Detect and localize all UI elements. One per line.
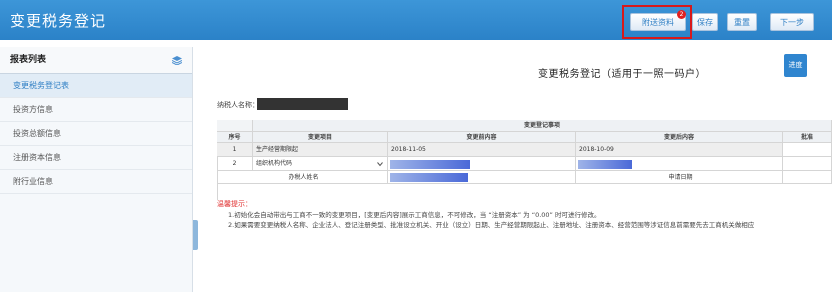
row2-no: 2 xyxy=(217,157,253,171)
row1-before: 2018-11-05 xyxy=(388,143,576,157)
agent-name-label: 办税人姓名 xyxy=(217,171,388,184)
notes-title: 温馨提示： xyxy=(217,200,252,208)
row2-after-redacted xyxy=(578,160,632,169)
reset-button[interactable]: 重置 xyxy=(727,13,757,31)
table-corner xyxy=(217,120,253,132)
col-header-item: 变更项目 xyxy=(253,132,388,143)
sidebar-item-investment-total[interactable]: 投资总额信息 xyxy=(0,122,192,146)
group-header: 变更登记事项 xyxy=(253,120,832,132)
chevron-down-icon[interactable] xyxy=(377,161,383,167)
main-content: 变更税务登记（适用于一照一码户） 进度 纳税人名称： 变更登记事项 序号 变更项… xyxy=(200,47,832,292)
row1-no: 1 xyxy=(217,143,253,157)
row2-item: 组织机构代码 xyxy=(256,160,293,167)
sidebar-title: 报表列表 xyxy=(10,55,47,65)
agent-name-redacted xyxy=(390,173,468,182)
sidebar-item-registered-capital[interactable]: 注册资本信息 xyxy=(0,146,192,170)
apply-date-label: 申请日期 xyxy=(576,171,783,184)
form-title: 变更税务登记（适用于一照一码户） xyxy=(538,69,706,80)
top-bar: 变更税务登记 附送资料 保存 重置 下一步 xyxy=(0,0,832,40)
layers-icon[interactable] xyxy=(172,56,182,65)
row2-before-redacted xyxy=(390,160,470,169)
row1-after: 2018-10-09 xyxy=(576,143,783,157)
row1-item: 生产经营期限起 xyxy=(253,143,388,157)
row2-item-select[interactable]: 组织机构代码 xyxy=(253,157,388,171)
col-header-approval: 批准 xyxy=(783,132,832,143)
notes-line-1: 1.初始化会自动带出与工商不一致的变更项目，[变更后内容]展示工商信息，不可修改… xyxy=(228,211,601,219)
app-title: 变更税务登记 xyxy=(10,12,107,30)
apply-date-field[interactable] xyxy=(783,171,832,184)
send-count-badge: 2 xyxy=(677,10,686,19)
change-items-table: 变更登记事项 序号 变更项目 变更前内容 变更后内容 批准 1 生产经营期限起 … xyxy=(217,120,832,200)
sidebar-item-investor-info[interactable]: 投资方信息 xyxy=(0,98,192,122)
notes-line-2: 2.如果需要变更纳税人名称、企业法人、登记注册类型、批准设立机关、开业（设立）日… xyxy=(228,221,755,229)
sidebar: 报表列表 变更税务登记表 投资方信息 投资总额信息 注册资本信息 附行业信息 xyxy=(0,47,193,292)
col-header-after: 变更后内容 xyxy=(576,132,783,143)
sidebar-collapse-handle[interactable] xyxy=(193,220,198,250)
sidebar-item-industry-info[interactable]: 附行业信息 xyxy=(0,170,192,194)
next-step-button[interactable]: 下一步 xyxy=(770,13,814,31)
taxpayer-name-label: 纳税人名称： xyxy=(217,101,259,109)
sidebar-item-change-registration[interactable]: 变更税务登记表 xyxy=(0,74,192,98)
save-button[interactable]: 保存 xyxy=(692,13,718,31)
row2-approval[interactable] xyxy=(783,157,832,171)
taxpayer-name-redacted xyxy=(257,98,348,110)
row1-approval[interactable] xyxy=(783,143,832,157)
col-header-before: 变更前内容 xyxy=(388,132,576,143)
sidebar-header: 报表列表 xyxy=(0,47,192,74)
progress-button[interactable]: 进度 xyxy=(784,54,807,77)
col-header-no: 序号 xyxy=(217,132,253,143)
